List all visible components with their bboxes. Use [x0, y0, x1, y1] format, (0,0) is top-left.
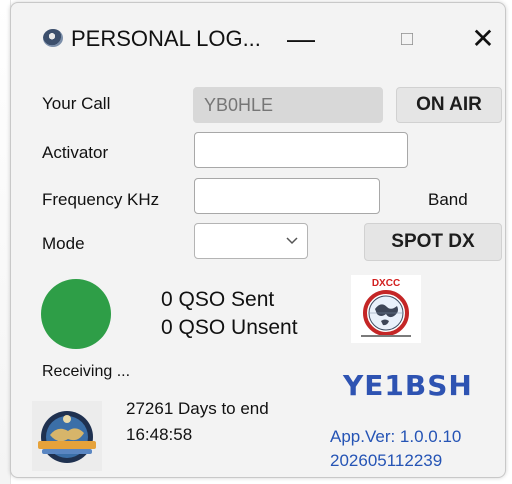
chevron-down-icon — [285, 228, 299, 259]
title-bar[interactable]: PERSONAL LOG... — □ ✕ — [11, 3, 505, 77]
maximize-button[interactable]: □ — [392, 12, 422, 66]
activator-field[interactable] — [194, 132, 408, 168]
personal-log-window: PERSONAL LOG... — □ ✕ Your Call YB0HLE O… — [10, 2, 506, 478]
frequency-label: Frequency KHz — [42, 190, 160, 209]
on-air-button[interactable]: ON AIR — [396, 87, 502, 123]
connection-status-indicator — [41, 279, 111, 349]
activator-label: Activator — [42, 143, 109, 162]
dxcc-logo[interactable]: DXCC — [351, 275, 421, 343]
your-call-field: YB0HLE — [193, 87, 383, 123]
radio-globe-logo — [32, 401, 102, 471]
spot-dx-button[interactable]: SPOT DX — [364, 223, 502, 261]
dxcc-logo-text: DXCC — [372, 278, 400, 289]
app-version: App.Ver: 1.0.0.10 — [330, 427, 462, 446]
mode-label: Mode — [42, 234, 85, 253]
qso-unsent-count: 0 QSO Unsent — [161, 316, 298, 339]
minimize-button[interactable]: — — [281, 12, 321, 66]
window-title: PERSONAL LOG... — [71, 26, 261, 51]
build-number: 202605112239 — [330, 451, 443, 470]
qso-sent-count: 0 QSO Sent — [161, 288, 275, 311]
frequency-field[interactable] — [194, 178, 380, 214]
your-call-label: Your Call — [42, 94, 111, 113]
band-label: Band — [428, 190, 468, 209]
callsign-logo: YE1BSH — [343, 369, 473, 402]
receiving-status: Receiving ... — [42, 363, 131, 380]
mode-dropdown[interactable] — [194, 223, 308, 259]
satellite-dish-icon — [43, 29, 63, 47]
clock-time: 16:48:58 — [126, 425, 193, 444]
days-to-end: 27261 Days to end — [126, 399, 269, 418]
close-button[interactable]: ✕ — [463, 12, 503, 66]
